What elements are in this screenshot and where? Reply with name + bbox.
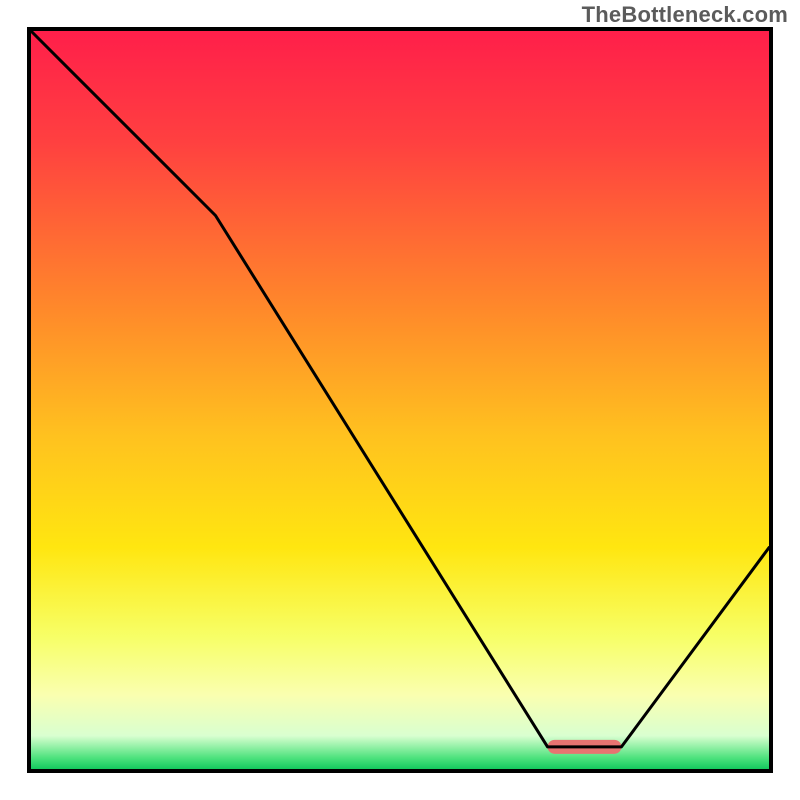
chart-canvas	[0, 0, 800, 800]
bottleneck-chart: TheBottleneck.com	[0, 0, 800, 800]
